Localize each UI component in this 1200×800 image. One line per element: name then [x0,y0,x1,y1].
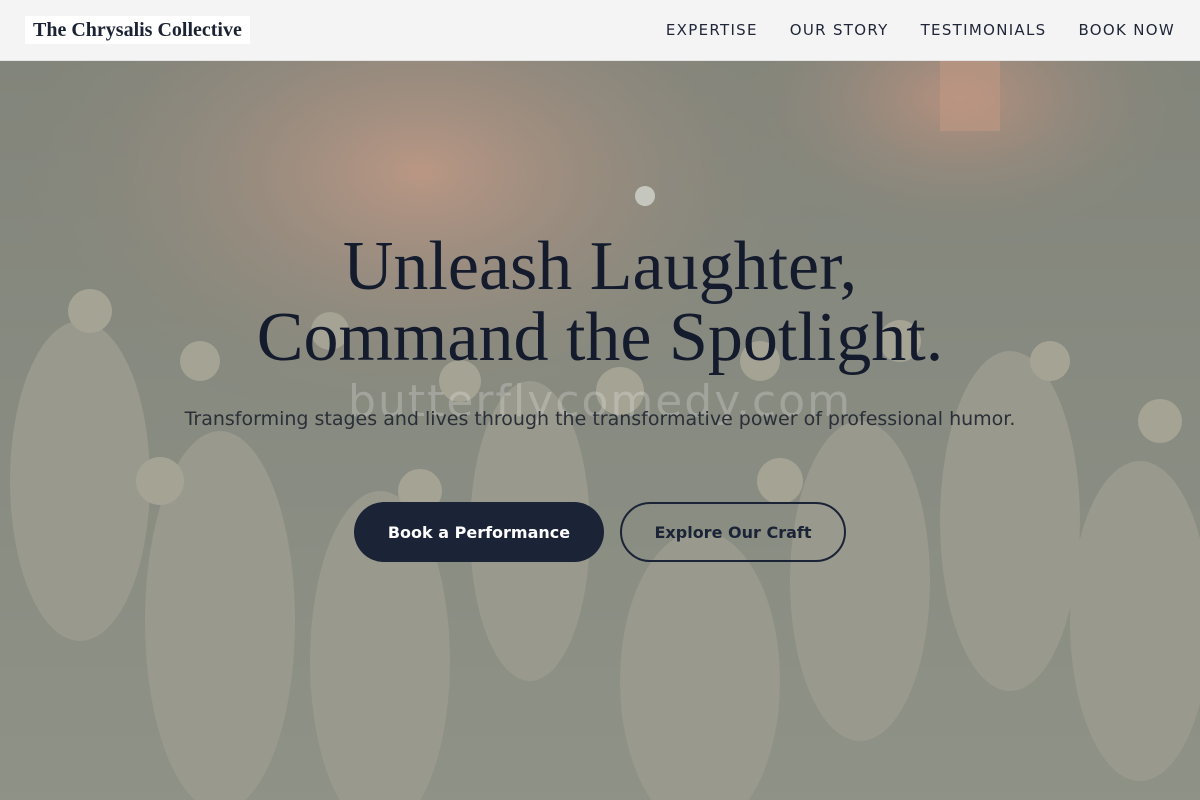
hero-section: butterflycomedy.com Unleash Laughter, Co… [0,61,1200,800]
hero-headline: Unleash Laughter, Command the Spotlight. [0,231,1200,373]
book-performance-button[interactable]: Book a Performance [354,502,604,562]
main-nav: EXPERTISE OUR STORY TESTIMONIALS BOOK NO… [666,0,1175,60]
nav-link-expertise[interactable]: EXPERTISE [666,21,758,39]
headline-line-1: Unleash Laughter, [342,228,858,305]
explore-craft-button[interactable]: Explore Our Craft [620,502,846,562]
headline-line-2: Command the Spotlight. [256,299,944,376]
nav-link-book-now[interactable]: BOOK NOW [1078,21,1175,39]
nav-link-our-story[interactable]: OUR STORY [790,21,889,39]
hero-subtitle: Transforming stages and lives through th… [184,408,1016,430]
site-header: The Chrysalis Collective EXPERTISE OUR S… [0,0,1200,61]
site-logo[interactable]: The Chrysalis Collective [25,16,250,44]
nav-link-testimonials[interactable]: TESTIMONIALS [921,21,1047,39]
